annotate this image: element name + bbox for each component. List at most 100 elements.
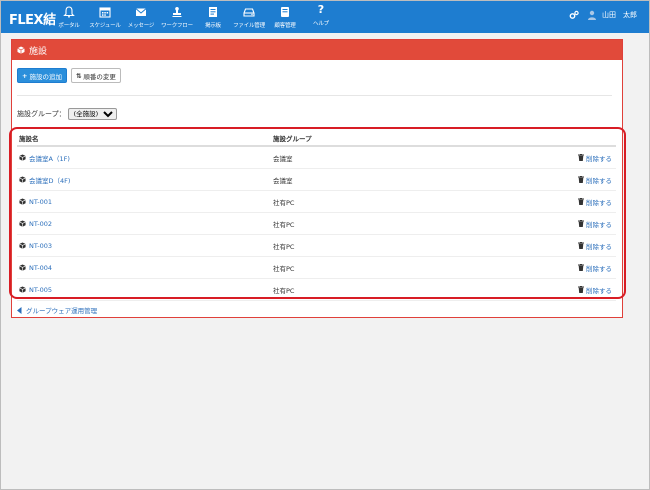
- facility-panel: 施設 + 施設の追加 ⇅ 順番の変更 施設グループ： (全施設) 施設名 施設グ…: [11, 39, 623, 318]
- user-icon: [588, 10, 596, 20]
- trash-icon: [578, 198, 584, 205]
- facility-name-link[interactable]: NT-004: [29, 264, 52, 272]
- nav-help-label: ヘルプ: [313, 21, 329, 27]
- nav-workflow-label: ワークフロー: [161, 23, 193, 29]
- cube-icon: [19, 176, 26, 183]
- facility-name-link[interactable]: 会議室D（4F): [29, 175, 70, 185]
- facility-name-cell: NT-003: [19, 242, 52, 250]
- board-icon: [209, 7, 217, 17]
- facility-group-cell: 会議室: [273, 154, 293, 163]
- nav-board[interactable]: 掲示板: [195, 1, 231, 33]
- nav-workflow[interactable]: ワークフロー: [159, 1, 195, 33]
- delete-button[interactable]: 削除する: [578, 241, 612, 251]
- cube-icon: [19, 242, 26, 249]
- table-row: NT-001 社有PC 削除する: [17, 191, 616, 213]
- facility-group-cell: 社有PC: [273, 264, 295, 273]
- cube-icon: [19, 286, 26, 293]
- facility-name-cell: 会議室A（1F): [19, 153, 70, 163]
- facility-group-cell: 会議室: [273, 176, 293, 185]
- nav-message[interactable]: メッセージ: [123, 1, 159, 33]
- panel-header: 施設: [12, 40, 622, 60]
- facility-group-cell: 社有PC: [273, 242, 295, 251]
- calendar-icon: [99, 7, 111, 18]
- drive-icon: [243, 8, 255, 17]
- change-order-button[interactable]: ⇅ 順番の変更: [70, 68, 121, 83]
- header-facility-group: 施設グループ: [273, 135, 312, 143]
- nav-schedule-label: スケジュール: [89, 23, 121, 29]
- nav-help[interactable]: ? ヘルプ: [303, 1, 339, 33]
- question-icon: ?: [317, 3, 325, 16]
- facility-name-link[interactable]: NT-005: [29, 286, 52, 294]
- user-area: 山田 太郎: [569, 10, 637, 20]
- facility-name-link[interactable]: 会議室A（1F): [29, 153, 70, 163]
- group-filter: 施設グループ： (全施設): [17, 108, 117, 120]
- delete-button[interactable]: 削除する: [578, 175, 612, 185]
- facility-name-cell: 会議室D（4F): [19, 175, 70, 185]
- delete-button[interactable]: 削除する: [578, 197, 612, 207]
- change-order-label: 順番の変更: [83, 72, 116, 81]
- add-facility-button[interactable]: + 施設の追加: [17, 68, 67, 83]
- trash-icon: [578, 242, 584, 249]
- plus-icon: +: [22, 71, 28, 80]
- delete-button[interactable]: 削除する: [578, 263, 612, 273]
- groupware-admin-label: グループウェア運用管理: [26, 307, 98, 315]
- facility-name-link[interactable]: NT-003: [29, 242, 52, 250]
- trash-icon: [578, 154, 584, 161]
- stamp-icon: [172, 7, 182, 17]
- trash-icon: [578, 220, 584, 227]
- table-row: NT-002 社有PC 削除する: [17, 213, 616, 235]
- cube-icon: [19, 154, 26, 161]
- add-facility-label: 施設の追加: [29, 72, 62, 81]
- facility-name-cell: NT-004: [19, 264, 52, 272]
- facility-name-cell: NT-002: [19, 220, 52, 228]
- app-logo[interactable]: FLEX結: [9, 9, 56, 28]
- nav-portal[interactable]: ポータル: [51, 1, 87, 33]
- user-name[interactable]: 山田 太郎: [602, 10, 637, 20]
- delete-label: 削除する: [586, 264, 612, 273]
- header-facility-name: 施設名: [19, 135, 39, 143]
- facility-group-cell: 社有PC: [273, 220, 295, 229]
- trash-icon: [578, 264, 584, 271]
- caret-left-icon: [17, 306, 22, 314]
- customer-icon: [281, 7, 289, 17]
- delete-button[interactable]: 削除する: [578, 153, 612, 163]
- facility-group-cell: 社有PC: [273, 198, 295, 207]
- cube-icon: [19, 220, 26, 227]
- cube-icon: [19, 264, 26, 271]
- facility-group-cell: 社有PC: [273, 286, 295, 295]
- top-navigation-bar: FLEX結 ポータル スケジュール メッセージ ワークフロー 掲示板 ファイル管…: [1, 1, 649, 33]
- delete-label: 削除する: [586, 176, 612, 185]
- facility-name-cell: NT-001: [19, 198, 52, 206]
- facility-name-link[interactable]: NT-002: [29, 220, 52, 228]
- nav-board-label: 掲示板: [205, 23, 221, 29]
- table-row: NT-003 社有PC 削除する: [17, 235, 616, 257]
- delete-button[interactable]: 削除する: [578, 219, 612, 229]
- envelope-icon: [135, 8, 147, 16]
- group-filter-select[interactable]: (全施設): [67, 108, 117, 120]
- nav-file[interactable]: ファイル管理: [231, 1, 267, 33]
- table-row: NT-005 社有PC 削除する: [17, 279, 616, 301]
- delete-label: 削除する: [586, 198, 612, 207]
- table-body: 会議室A（1F) 会議室 削除する 会議室D（4F) 会議室 削除する NT-001 社有PC…: [17, 147, 616, 301]
- nav-customer[interactable]: 顧客管理: [267, 1, 303, 33]
- group-filter-label: 施設グループ：: [17, 110, 66, 118]
- delete-label: 削除する: [586, 154, 612, 163]
- nav-message-label: メッセージ: [127, 23, 155, 29]
- page-title: 施設: [29, 46, 48, 57]
- delete-button[interactable]: 削除する: [578, 285, 612, 295]
- trash-icon: [578, 176, 584, 183]
- table-row: 会議室D（4F) 会議室 削除する: [17, 169, 616, 191]
- nav-portal-label: ポータル: [58, 23, 80, 29]
- groupware-admin-link[interactable]: グループウェア運用管理: [17, 305, 97, 315]
- delete-label: 削除する: [586, 286, 612, 295]
- gears-icon[interactable]: [569, 10, 579, 20]
- facility-name-link[interactable]: NT-001: [29, 198, 52, 206]
- main-nav: ポータル スケジュール メッセージ ワークフロー 掲示板 ファイル管理 顧客管理…: [51, 1, 339, 33]
- nav-customer-label: 顧客管理: [274, 23, 296, 29]
- bell-icon: [63, 6, 75, 18]
- divider: [17, 95, 612, 96]
- toolbar: + 施設の追加 ⇅ 順番の変更: [17, 68, 125, 83]
- trash-icon: [578, 286, 584, 293]
- nav-schedule[interactable]: スケジュール: [87, 1, 123, 33]
- cube-icon: [17, 46, 25, 54]
